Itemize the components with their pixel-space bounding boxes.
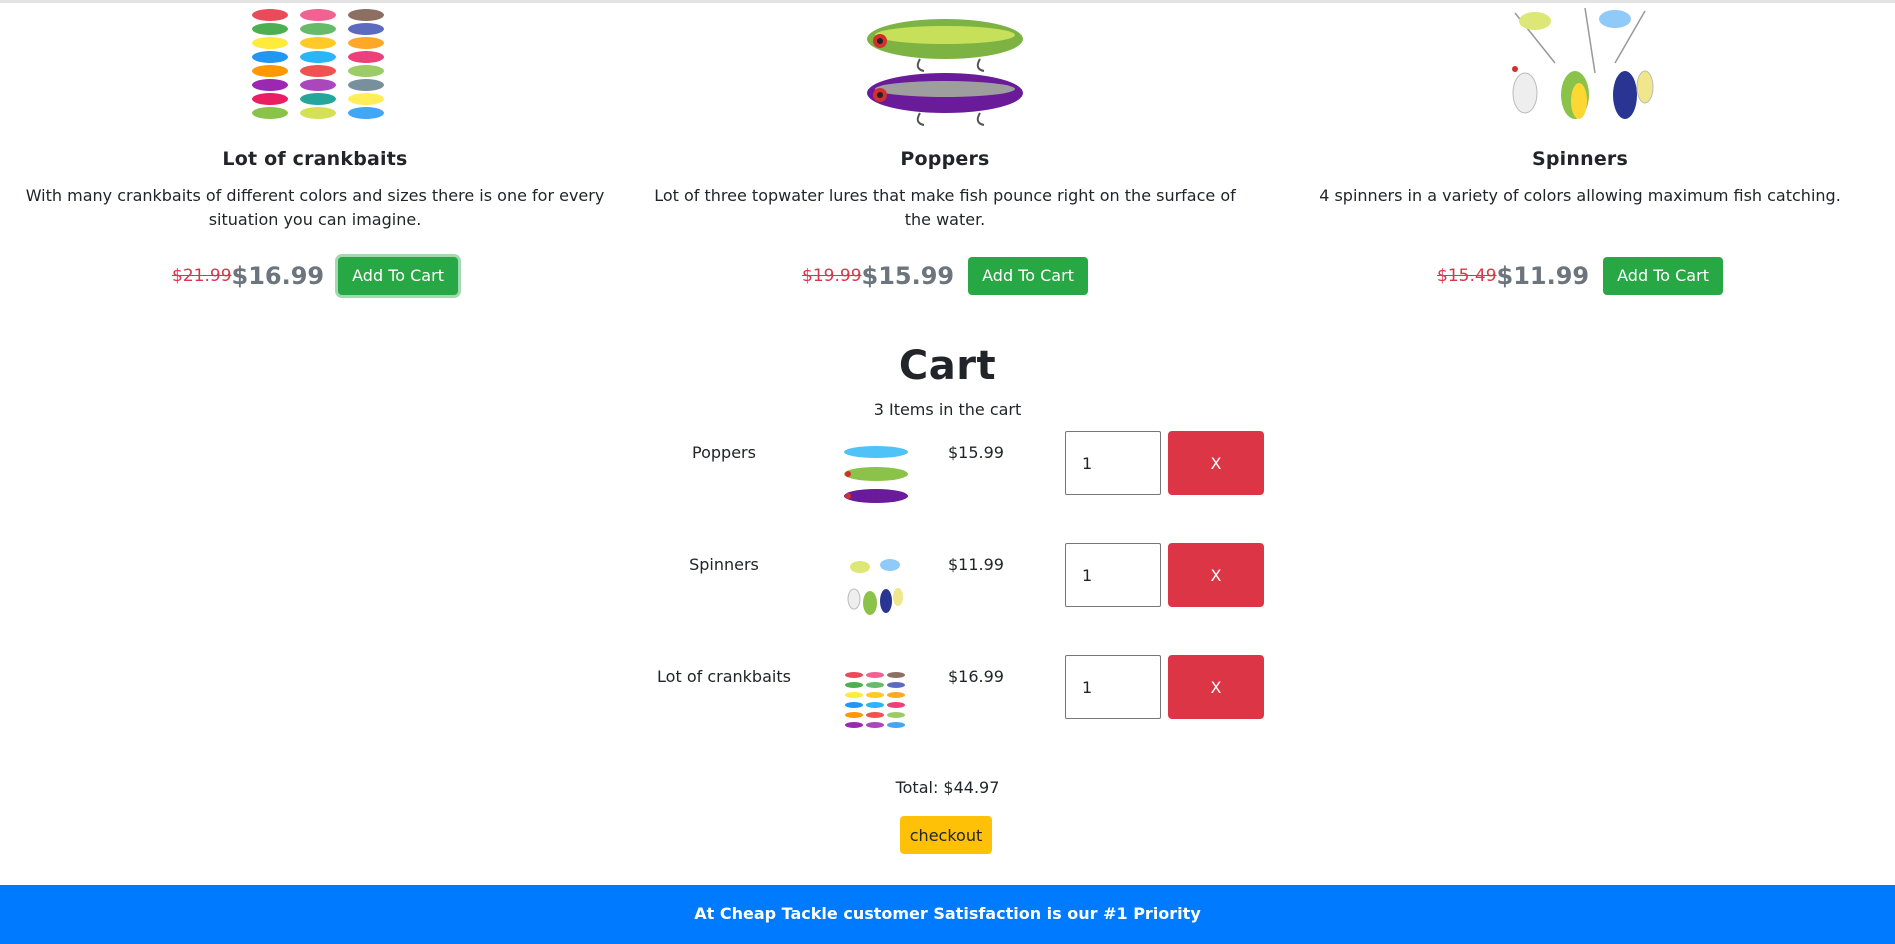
cart-item-price: $16.99 bbox=[948, 667, 1004, 686]
product-description: Lot of three topwater lures that make fi… bbox=[654, 186, 1236, 229]
product-name: Lot of crankbaits bbox=[222, 148, 408, 170]
checkout-button[interactable]: checkout bbox=[900, 816, 992, 854]
product-grid: Lot of crankbaits With many crankbaits o… bbox=[0, 0, 1895, 300]
quantity-input[interactable] bbox=[1065, 655, 1161, 719]
product-card-crankbaits: Lot of crankbaits With many crankbaits o… bbox=[0, 0, 630, 300]
price-row: $19.99 $15.99 Add To Cart bbox=[630, 257, 1260, 295]
cart-item-name: Poppers bbox=[692, 443, 756, 462]
add-to-cart-button[interactable]: Add To Cart bbox=[968, 257, 1088, 295]
remove-item-button[interactable]: X bbox=[1168, 543, 1264, 607]
product-name: Poppers bbox=[900, 148, 990, 170]
cart-item-thumbnail bbox=[840, 555, 910, 621]
product-name: Spinners bbox=[1531, 148, 1628, 170]
product-card-spinners: Spinners 4 spinners in a variety of colo… bbox=[1265, 0, 1895, 300]
price-row: $21.99 $16.99 Add To Cart bbox=[0, 257, 630, 295]
add-to-cart-button[interactable]: Add To Cart bbox=[1603, 257, 1723, 295]
cart-item-thumbnail bbox=[840, 443, 910, 509]
cart-item-price: $15.99 bbox=[948, 443, 1004, 462]
cart-row-spinners: Spinners $11.99 X bbox=[640, 543, 1280, 625]
quantity-input[interactable] bbox=[1065, 543, 1161, 607]
cart-item-price: $11.99 bbox=[948, 555, 1004, 574]
remove-item-button[interactable]: X bbox=[1168, 655, 1264, 719]
old-price: $21.99 bbox=[172, 266, 232, 286]
cart-row-poppers: Poppers $15.99 X bbox=[640, 431, 1280, 513]
cart-item-thumbnail bbox=[840, 667, 910, 733]
cart-item-name: Lot of crankbaits bbox=[657, 667, 791, 686]
old-price: $19.99 bbox=[802, 266, 862, 286]
sale-price: $15.99 bbox=[861, 262, 955, 290]
product-card-poppers: Poppers Lot of three topwater lures that… bbox=[630, 0, 1260, 300]
cart-total: Total: $44.97 bbox=[895, 778, 1000, 797]
cart-item-count: 3 Items in the cart bbox=[873, 400, 1022, 419]
cart-item-name: Spinners bbox=[689, 555, 759, 574]
remove-item-button[interactable]: X bbox=[1168, 431, 1264, 495]
product-description: 4 spinners in a variety of colors allowi… bbox=[1319, 186, 1841, 205]
cart-heading: Cart bbox=[898, 343, 997, 389]
sale-price: $16.99 bbox=[231, 262, 325, 290]
cart-row-crankbaits: Lot of crankbaits $16.99 1 X bbox=[640, 655, 1280, 737]
poppers-image bbox=[860, 3, 1030, 127]
add-to-cart-button[interactable]: Add To Cart bbox=[338, 257, 458, 295]
price-row: $15.49 $11.99 Add To Cart bbox=[1265, 257, 1895, 295]
footer-banner: At Cheap Tackle customer Satisfaction is… bbox=[0, 885, 1895, 944]
quantity-input[interactable] bbox=[1065, 431, 1161, 495]
spinners-image bbox=[1495, 3, 1665, 127]
product-description: With many crankbaits of different colors… bbox=[25, 186, 605, 229]
sale-price: $11.99 bbox=[1496, 262, 1590, 290]
crankbaits-image bbox=[230, 3, 400, 127]
old-price: $15.49 bbox=[1437, 266, 1497, 286]
